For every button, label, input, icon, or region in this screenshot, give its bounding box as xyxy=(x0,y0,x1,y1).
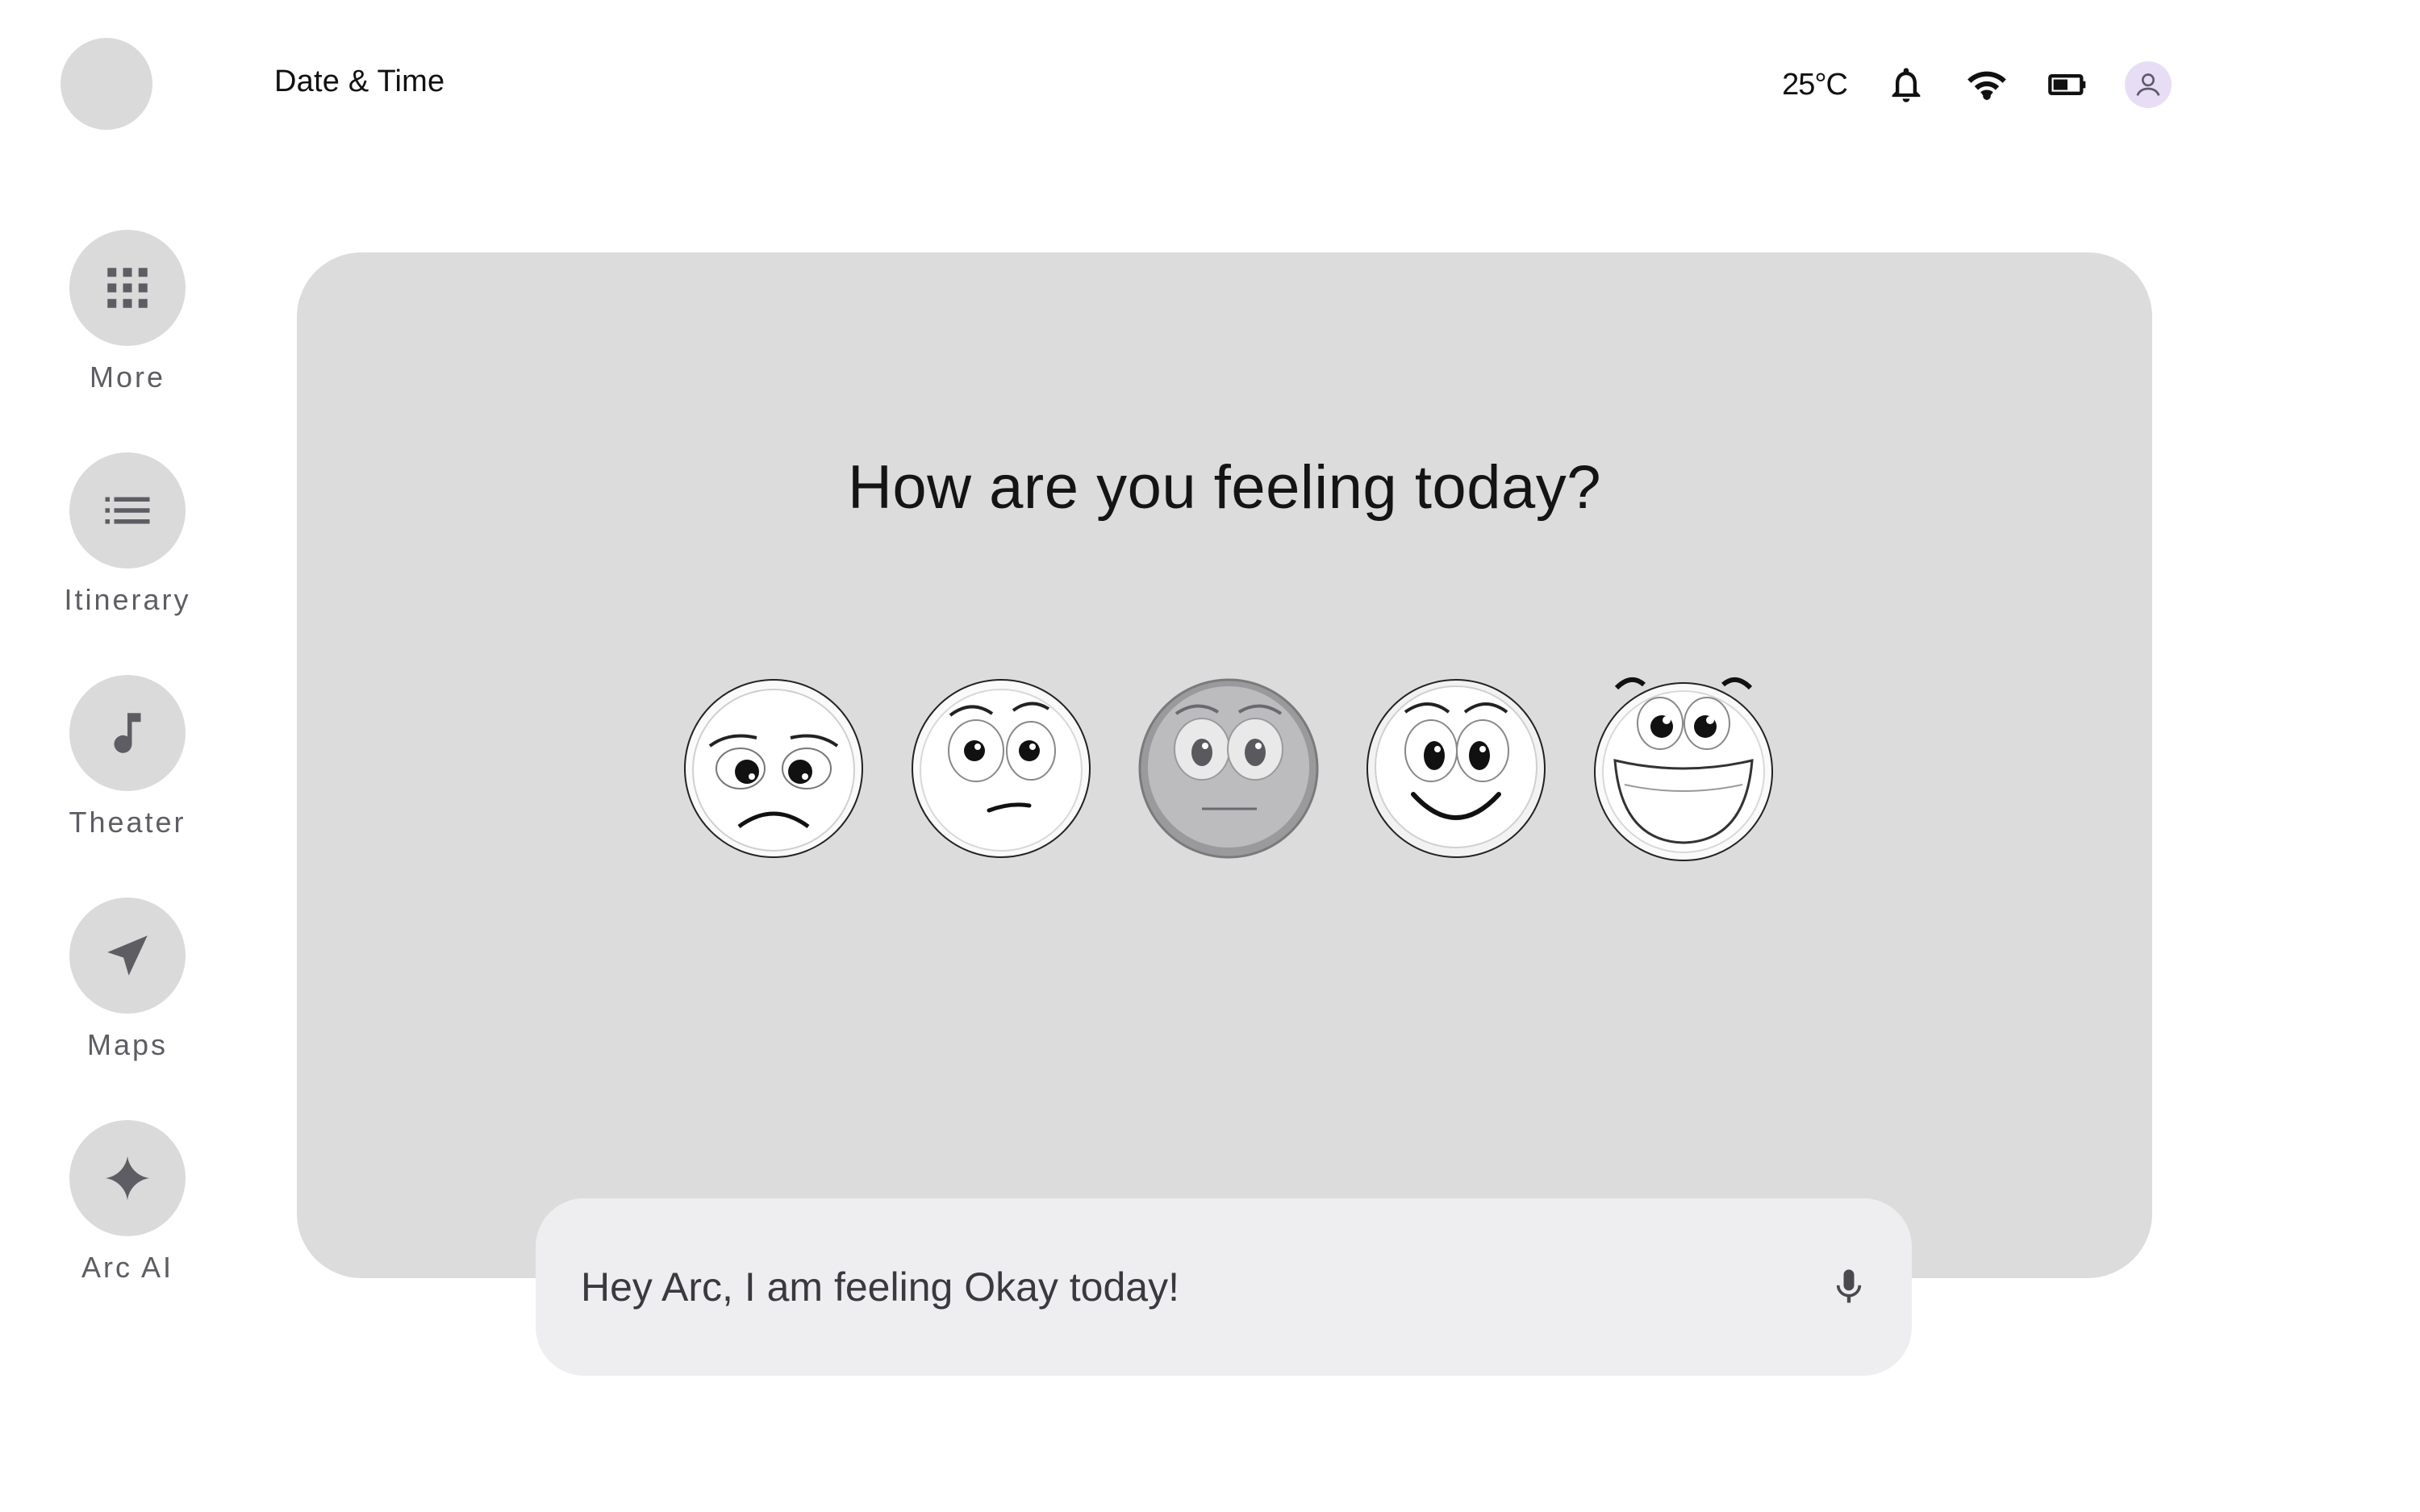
sidebar-item-arc-ai[interactable]: Arc AI xyxy=(47,1120,208,1343)
music-note-icon[interactable] xyxy=(69,675,186,791)
mood-happy-button[interactable] xyxy=(1365,672,1547,862)
excited-face-icon xyxy=(1594,677,1773,861)
sidebar-item-label: Itinerary xyxy=(64,583,191,616)
sidebar-item-maps[interactable]: Maps xyxy=(47,898,208,1120)
bell-icon[interactable] xyxy=(1883,61,1930,108)
sidebar-item-label: More xyxy=(89,360,166,394)
mood-okay-button[interactable] xyxy=(1137,672,1320,862)
sidebar-item-more[interactable]: More xyxy=(47,230,208,452)
temperature-readout: 25°C xyxy=(1782,67,1848,102)
unsure-face-icon xyxy=(912,679,1091,858)
list-icon[interactable] xyxy=(69,452,186,569)
user-avatar-icon[interactable] xyxy=(2125,61,2172,108)
mood-options xyxy=(682,672,1775,862)
mood-excited-button[interactable] xyxy=(1592,672,1775,862)
date-time-label: Date & Time xyxy=(274,65,445,98)
logo-placeholder[interactable] xyxy=(60,38,152,130)
mood-check-card: How are you feeling today? xyxy=(297,252,2152,1278)
sidebar-item-label: Theater xyxy=(69,806,186,839)
sidebar-item-label: Maps xyxy=(86,1028,169,1061)
sidebar-item-itinerary[interactable]: Itinerary xyxy=(47,452,208,675)
mood-sad-button[interactable] xyxy=(682,672,865,862)
apps-grid-icon[interactable] xyxy=(69,230,186,346)
status-bar: 25°C xyxy=(1782,56,2172,113)
mood-unsure-button[interactable] xyxy=(910,672,1092,862)
neutral-face-icon xyxy=(1138,678,1319,859)
voice-input-text[interactable]: Hey Arc, I am feeling Okay today! xyxy=(581,1264,1823,1310)
sidebar-item-label: Arc AI xyxy=(81,1251,174,1284)
wifi-icon[interactable] xyxy=(1963,61,2010,108)
navigation-arrow-icon[interactable] xyxy=(69,898,186,1014)
mood-question-heading: How are you feeling today? xyxy=(847,453,1602,522)
sad-face-icon xyxy=(684,679,863,858)
screen: Date & Time 25°C More Itinerary Theater … xyxy=(0,0,2420,1512)
battery-icon[interactable] xyxy=(2044,61,2091,108)
sparkle-icon[interactable] xyxy=(69,1120,186,1236)
sidebar: More Itinerary Theater Maps Arc AI xyxy=(47,230,208,1343)
voice-input-bar[interactable]: Hey Arc, I am feeling Okay today! xyxy=(536,1198,1912,1376)
sidebar-item-theater[interactable]: Theater xyxy=(47,675,208,898)
happy-face-icon xyxy=(1366,679,1546,858)
microphone-icon[interactable] xyxy=(1823,1261,1875,1313)
